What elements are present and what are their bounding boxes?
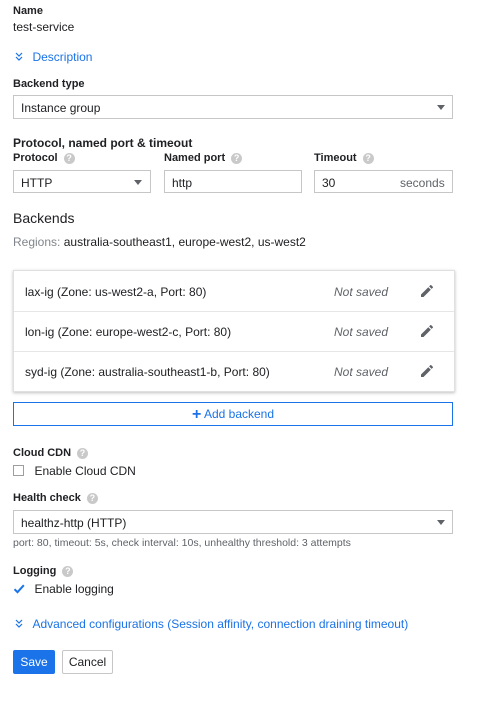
backend-name: lon-ig (Zone: europe-west2-c, Port: 80) [25,325,232,339]
backend-name: lax-ig (Zone: us-west2-a, Port: 80) [25,285,207,299]
help-icon[interactable]: ? [63,152,75,164]
named-port-label-wrap: Named port? [164,152,243,164]
help-icon[interactable]: ? [231,152,243,164]
backend-status: Not saved [334,365,389,379]
backends-title: Backends [13,210,75,226]
help-icon[interactable]: ? [86,492,98,504]
backend-type-label: Backend type [13,78,85,90]
logging-checkbox-label: Enable logging [34,581,114,596]
regions-value: australia-southeast1, europe-west2, us-w… [63,235,306,249]
help-icon[interactable]: ? [362,152,374,164]
dropdown-caret-icon [437,105,445,110]
protocol-select[interactable]: HTTP [13,170,151,193]
named-port-value: http [172,176,193,190]
advanced-config-toggle[interactable]: Advanced configurations (Session affinit… [14,615,408,633]
backend-name: syd-ig (Zone: australia-southeast1-b, Po… [25,365,270,379]
backend-row[interactable]: syd-ig (Zone: australia-southeast1-b, Po… [14,351,454,391]
add-backend-button[interactable]: + Add backend [13,402,453,426]
protocol-label-wrap: Protocol? [13,152,75,164]
description-link[interactable]: Description [32,50,92,64]
logging-checkbox-row[interactable]: Enable logging [13,580,114,598]
advanced-config-link[interactable]: Advanced configurations (Session affinit… [32,617,408,631]
backend-row[interactable]: lon-ig (Zone: europe-west2-c, Port: 80) … [14,311,454,352]
cloud-cdn-checkbox[interactable] [13,465,24,477]
cancel-button[interactable]: Cancel [62,650,113,674]
health-check-value: healthz-http (HTTP) [21,516,127,530]
timeout-label: Timeout [314,152,357,164]
help-icon[interactable]: ? [62,565,74,577]
save-button[interactable]: Save [13,650,55,674]
cloud-cdn-checkbox-row[interactable]: Enable Cloud CDN [13,462,136,480]
timeout-value: 30 [322,176,336,190]
backend-status: Not saved [334,285,389,299]
protocol-label: Protocol [13,152,58,164]
name-label: Name [13,5,43,17]
help-icon[interactable]: ? [77,447,89,459]
add-backend-label: Add backend [203,407,275,421]
health-check-label: Health check [13,492,81,504]
health-check-select[interactable]: healthz-http (HTTP) [13,510,453,534]
dropdown-caret-icon [437,520,445,525]
logging-label: Logging [13,565,57,577]
named-port-label: Named port [164,152,226,164]
cloud-cdn-label: Cloud CDN [13,447,72,459]
protocol-section-title: Protocol, named port & timeout [13,136,193,150]
dropdown-caret-icon [134,180,142,185]
cloud-cdn-label-wrap: Cloud CDN? [13,447,89,459]
backend-type-value: Instance group [21,101,101,115]
backend-list: lax-ig (Zone: us-west2-a, Port: 80) Not … [13,270,455,392]
edit-pencil-icon[interactable] [419,283,435,299]
health-check-hint: port: 80, timeout: 5s, check interval: 1… [13,537,351,549]
double-chevron-down-icon [15,52,23,61]
protocol-value: HTTP [21,176,53,190]
plus-icon: + [191,406,202,423]
backend-row[interactable]: lax-ig (Zone: us-west2-a, Port: 80) Not … [14,271,454,312]
logging-label-wrap: Logging? [13,565,74,577]
regions-label: Regions: [13,235,61,249]
cloud-cdn-checkbox-label: Enable Cloud CDN [34,463,136,478]
timeout-label-wrap: Timeout? [314,152,374,164]
name-value: test-service [13,20,75,34]
edit-pencil-icon[interactable] [419,323,435,339]
timeout-input[interactable]: 30 seconds [314,170,453,193]
regions-line: Regions: australia-southeast1, europe-we… [13,235,306,249]
edit-pencil-icon[interactable] [419,363,435,379]
description-toggle[interactable]: Description [14,48,92,66]
backend-type-select[interactable]: Instance group [13,95,453,119]
named-port-input[interactable]: http [164,170,302,193]
double-chevron-down-icon [15,619,23,628]
checkmark-icon[interactable] [13,582,25,595]
timeout-unit: seconds [400,176,445,190]
health-check-label-wrap: Health check? [13,492,98,504]
backend-status: Not saved [334,325,389,339]
